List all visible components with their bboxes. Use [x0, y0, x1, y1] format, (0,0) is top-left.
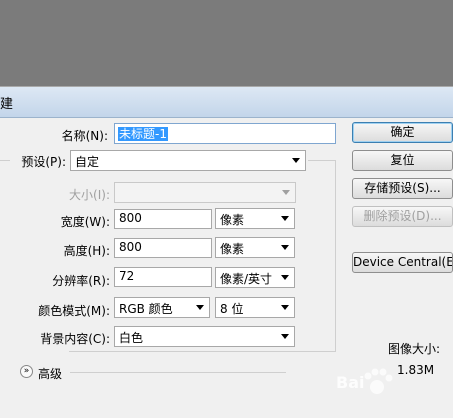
advanced-divider: [70, 372, 286, 373]
height-unit-select[interactable]: 像素: [215, 237, 295, 258]
bitdepth-select[interactable]: 8 位: [215, 297, 295, 318]
paw-watermark-icon: [364, 368, 393, 394]
chevron-down-icon: [281, 216, 289, 221]
reset-button[interactable]: 复位: [352, 150, 453, 171]
colormode-value: RGB 颜色: [119, 302, 173, 316]
resolution-label: 分辨率(R):: [52, 274, 110, 288]
colormode-label: 颜色模式(M):: [38, 304, 110, 318]
size-label: 大小(I):: [69, 188, 110, 202]
width-unit-select[interactable]: 像素: [215, 208, 295, 229]
background-label: 背景内容(C):: [40, 332, 110, 346]
device-central-button[interactable]: Device Central(E: [352, 252, 453, 273]
background-area: [0, 0, 453, 86]
width-input[interactable]: 800: [114, 209, 212, 229]
name-label: 名称(N):: [61, 129, 108, 143]
expand-advanced-icon[interactable]: »: [20, 365, 33, 378]
resolution-input[interactable]: 72: [114, 267, 212, 287]
width-label: 宽度(W):: [60, 215, 110, 229]
chevron-down-icon: [281, 245, 289, 250]
height-value: 800: [119, 240, 142, 254]
height-input[interactable]: 800: [114, 238, 212, 258]
bitdepth-value: 8 位: [220, 302, 244, 316]
chevron-down-icon: [281, 305, 289, 310]
background-value: 白色: [119, 331, 144, 345]
chevron-down-icon: [281, 334, 289, 339]
preset-label: 预设(P):: [21, 155, 66, 169]
dialog-title: 建: [0, 97, 14, 112]
preset-group-border-vertical: [335, 160, 336, 352]
image-size-label: 图像大小:: [388, 342, 441, 356]
colormode-select[interactable]: RGB 颜色: [114, 297, 210, 318]
name-input[interactable]: 未标题-1: [114, 123, 336, 144]
height-unit-value: 像素: [220, 242, 245, 256]
preset-group-border-right: [308, 160, 336, 161]
ok-button[interactable]: 确定: [352, 122, 453, 143]
name-value: 未标题-1: [118, 127, 168, 141]
resolution-unit-select[interactable]: 像素/英寸: [215, 267, 295, 288]
resolution-value: 72: [119, 269, 135, 283]
chevron-down-icon: [282, 190, 290, 195]
chevron-down-icon: [292, 158, 300, 163]
dialog-titlebar: 建: [0, 87, 453, 118]
width-unit-value: 像素: [220, 213, 245, 227]
size-select: [114, 182, 296, 203]
chevron-down-icon: [281, 275, 289, 280]
preset-group-border-bottom: [69, 351, 336, 352]
background-select[interactable]: 白色: [114, 326, 295, 347]
width-value: 800: [119, 211, 142, 225]
preset-select[interactable]: 自定: [70, 150, 306, 171]
chevron-down-icon: [196, 305, 204, 310]
preset-group-border-left: [0, 160, 10, 161]
advanced-label[interactable]: 高级: [38, 365, 62, 382]
preset-value: 自定: [75, 155, 100, 169]
image-size-value: 1.83M: [397, 363, 435, 377]
delete-preset-button: 删除预设(D)...: [352, 206, 453, 227]
resolution-unit-value: 像素/英寸: [220, 272, 273, 286]
new-document-dialog: 建 名称(N): 未标题-1 预设(P): 自定 大小(I): 宽度(W): 8…: [0, 86, 453, 418]
save-preset-button[interactable]: 存储预设(S)...: [352, 178, 453, 199]
height-label: 高度(H):: [63, 244, 110, 258]
